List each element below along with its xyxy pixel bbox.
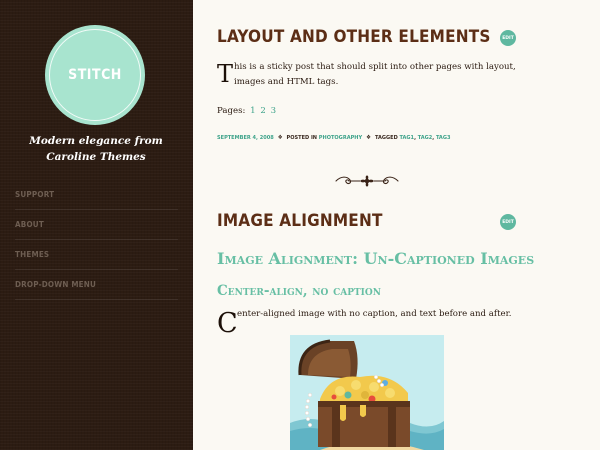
post-title-layout[interactable]: LAYOUT AND OTHER ELEMENTS: [217, 27, 491, 47]
post-date-link[interactable]: SEPTEMBER 4, 2008: [217, 135, 274, 141]
posted-in-label: POSTED IN: [286, 135, 318, 141]
post-title-image-alignment[interactable]: IMAGE ALIGNMENT: [217, 211, 383, 231]
menu-link-about[interactable]: ABOUT: [15, 220, 44, 229]
post2-text: enter-aligned image with no caption, and…: [237, 309, 512, 319]
dropcap-c: C: [217, 308, 238, 339]
page-link-2[interactable]: 2: [260, 106, 265, 116]
menu-item-themes: THEMES: [15, 240, 178, 270]
subheading-center-align: Center-align, no caption: [217, 283, 381, 299]
site-logo[interactable]: STITCH: [45, 25, 145, 125]
menu-item-about: ABOUT: [15, 210, 178, 240]
ornament-divider-icon: [335, 175, 399, 187]
menu-link-drop-down[interactable]: DROP-DOWN MENU: [15, 280, 96, 289]
page-link-1[interactable]: 1: [250, 106, 255, 116]
page-link-3[interactable]: 3: [271, 106, 276, 116]
menu-item-drop-down: DROP-DOWN MENU: [15, 270, 178, 300]
pagination: Pages: 1 2 3: [217, 106, 276, 116]
main-menu: SUPPORT ABOUT THEMES DROP-DOWN MENU: [15, 180, 178, 300]
tag-link-3[interactable]: TAG3: [436, 135, 451, 141]
meta-separator-icon: ❖: [366, 134, 371, 141]
dropcap-t: T: [217, 60, 234, 88]
tag-link-1[interactable]: TAG1: [400, 135, 415, 141]
tag-link-2[interactable]: TAG2: [418, 135, 433, 141]
category-link-photography[interactable]: PHOTOGRAPHY: [319, 135, 362, 141]
pages-label: Pages:: [217, 106, 246, 116]
menu-link-themes[interactable]: THEMES: [15, 250, 49, 259]
meta-separator-icon: ❖: [277, 134, 283, 141]
logo-ring: [49, 29, 141, 121]
post1-text: his is a sticky post that should split i…: [234, 62, 516, 87]
menu-link-support[interactable]: SUPPORT: [15, 190, 54, 199]
content-area: LAYOUT AND OTHER ELEMENTS EDIT T his is …: [193, 0, 600, 450]
tagged-label: TAGGED: [374, 135, 398, 141]
post1-meta: SEPTEMBER 4, 2008 ❖ POSTED IN PHOTOGRAPHY ❖…: [217, 134, 451, 141]
sidebar: STITCH Modern elegance from Caroline The…: [0, 0, 193, 450]
treasure-chest-image[interactable]: [290, 335, 444, 450]
site-tagline: Modern elegance from Caroline Themes: [29, 135, 163, 163]
edit-button-post1[interactable]: EDIT: [500, 30, 516, 46]
treasure-chest-icon: [290, 339, 444, 450]
edit-button-post2[interactable]: EDIT: [500, 214, 516, 230]
menu-item-support: SUPPORT: [15, 180, 178, 210]
section-heading-uncaptioned: Image Alignment: Un-Captioned Images: [217, 249, 535, 268]
